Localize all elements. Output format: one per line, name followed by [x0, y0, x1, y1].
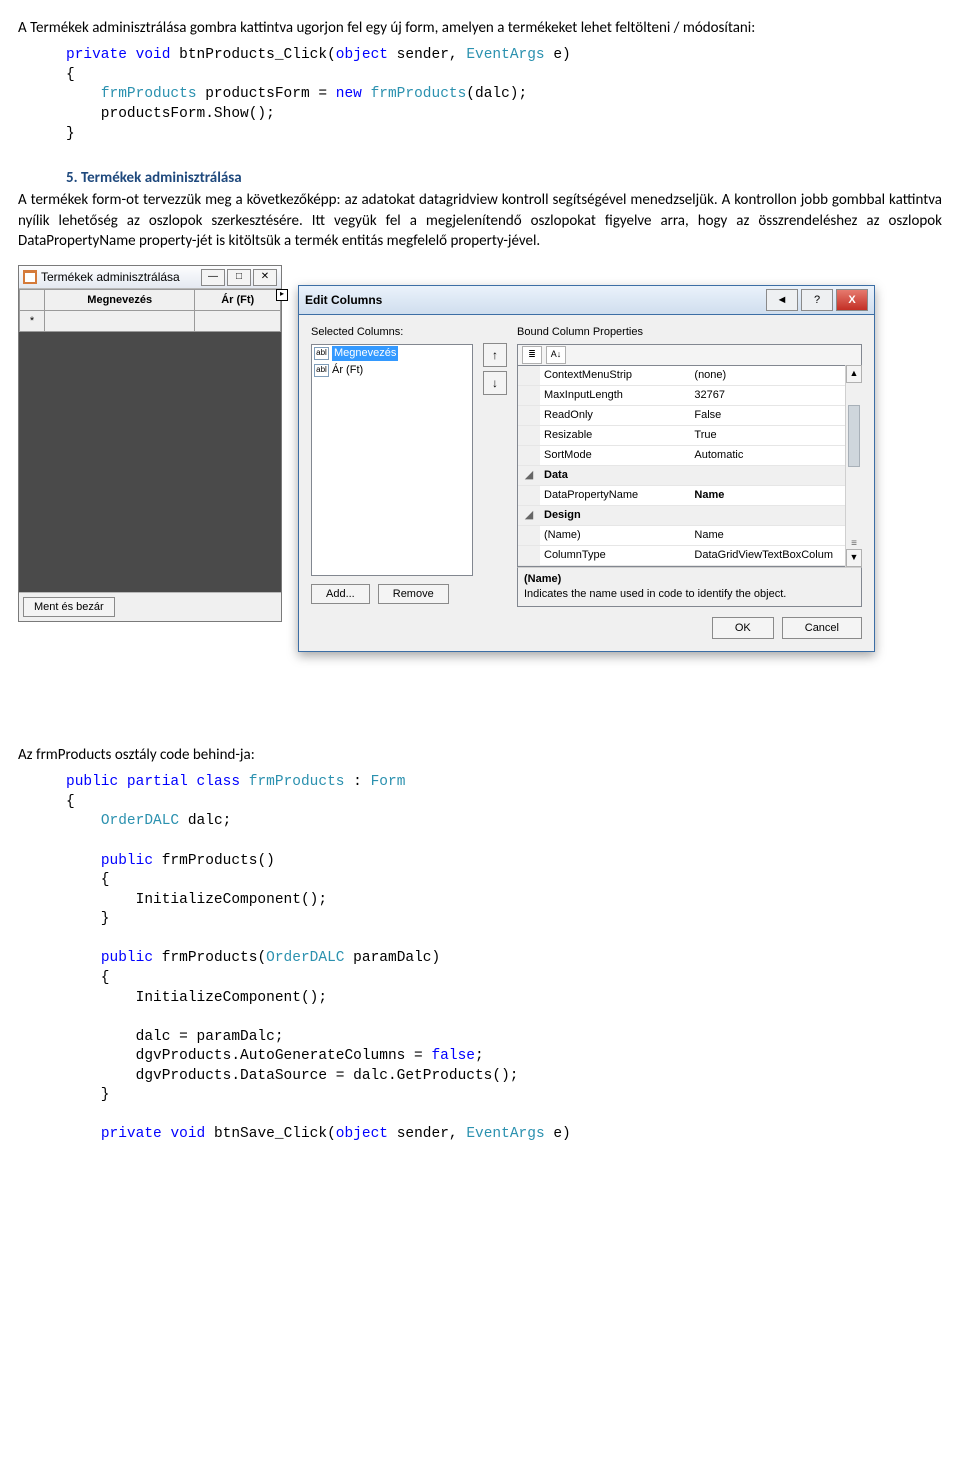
- edit-columns-title: Edit Columns: [305, 292, 763, 308]
- edit-columns-dialog: Edit Columns ◄ ? X Selected Columns: abl…: [298, 285, 875, 652]
- remove-column-button[interactable]: Remove: [378, 584, 449, 604]
- kw: private: [101, 1126, 162, 1142]
- dialog-help-button[interactable]: ?: [801, 289, 833, 311]
- dialog-back-button[interactable]: ◄: [766, 289, 798, 311]
- scroll-down-button[interactable]: ▼: [846, 549, 862, 567]
- intro-paragraph: A Termékek adminisztrálása gombra kattin…: [18, 18, 942, 38]
- grid-col-ar[interactable]: Ár (Ft): [195, 290, 281, 311]
- kw: new: [336, 86, 362, 102]
- help-property-name: (Name): [524, 572, 855, 587]
- grid-cell[interactable]: [195, 311, 281, 332]
- propertygrid-scrollbar[interactable]: ▲ ≡ ▼: [845, 365, 862, 567]
- move-down-button[interactable]: ↓: [483, 371, 507, 395]
- type: OrderDALC: [266, 950, 344, 966]
- prop-row[interactable]: ResizableTrue: [518, 425, 845, 445]
- code-block-1: private void btnProducts_Click(object se…: [66, 46, 942, 144]
- prop-category-row[interactable]: ◢Design: [518, 505, 845, 525]
- kw: void: [170, 1126, 205, 1142]
- textbox-column-icon: abl: [314, 347, 329, 360]
- type: frmProducts: [249, 774, 345, 790]
- prop-row[interactable]: (Name)Name: [518, 525, 845, 545]
- kw: public: [101, 950, 153, 966]
- maximize-button[interactable]: □: [227, 269, 251, 286]
- code-block-2: public partial class frmProducts : Form …: [66, 773, 942, 1145]
- close-button[interactable]: ✕: [253, 269, 277, 286]
- kw: public: [66, 774, 118, 790]
- selected-column-item-ar[interactable]: abl Ár (Ft): [312, 362, 472, 379]
- kw: void: [136, 47, 171, 63]
- type: frmProducts: [371, 86, 467, 102]
- move-up-button[interactable]: ↑: [483, 343, 507, 367]
- kw: class: [197, 774, 241, 790]
- type: EventArgs: [466, 1126, 544, 1142]
- kw: object: [336, 1126, 388, 1142]
- selected-column-label: Megnevezés: [332, 346, 398, 361]
- reorder-buttons: ↑ ↓: [483, 343, 507, 607]
- prop-row[interactable]: ReadOnlyFalse: [518, 405, 845, 425]
- frm-products-footer: Ment és bezár: [19, 592, 281, 621]
- grid-cell[interactable]: [45, 311, 195, 332]
- selected-columns-section: Selected Columns: abl Megnevezés abl Ár …: [311, 325, 473, 607]
- kw: object: [336, 47, 388, 63]
- bound-properties-label: Bound Column Properties: [517, 325, 862, 340]
- alphabetical-view-button[interactable]: A↓: [546, 346, 566, 364]
- kw: false: [431, 1048, 475, 1064]
- code-behind-intro: Az frmProducts osztály code behind-ja:: [18, 745, 942, 765]
- collapse-icon[interactable]: ◢: [518, 465, 540, 485]
- type: Form: [371, 774, 406, 790]
- grid-col-megnevezes[interactable]: Megnevezés: [45, 290, 195, 311]
- help-property-desc: Indicates the name used in code to ident…: [524, 587, 855, 602]
- minimize-button[interactable]: —: [201, 269, 225, 286]
- property-grid[interactable]: ContextMenuStrip(none) MaxInputLength327…: [517, 365, 862, 567]
- kw: private: [66, 47, 127, 63]
- datagridview[interactable]: Megnevezés Ár (Ft) *: [19, 289, 281, 592]
- edit-columns-titlebar[interactable]: Edit Columns ◄ ? X: [299, 286, 874, 315]
- grid-row-header[interactable]: *: [20, 311, 45, 332]
- frm-products-titlebar[interactable]: Termékek adminisztrálása — □ ✕: [19, 266, 281, 289]
- screenshot-composite: Termékek adminisztrálása — □ ✕ ▸ Megneve…: [18, 265, 942, 705]
- grid-new-row[interactable]: *: [20, 311, 281, 332]
- frm-products-window: Termékek adminisztrálása — □ ✕ ▸ Megneve…: [18, 265, 282, 622]
- prop-category-row[interactable]: ◢Data: [518, 465, 845, 485]
- dialog-close-button[interactable]: X: [836, 289, 868, 311]
- collapse-icon[interactable]: ◢: [518, 505, 540, 525]
- frm-products-title: Termékek adminisztrálása: [41, 269, 199, 285]
- type: frmProducts: [101, 86, 197, 102]
- grid-header-row: Megnevezés Ár (Ft): [20, 290, 281, 311]
- selected-columns-list[interactable]: abl Megnevezés abl Ár (Ft): [311, 344, 473, 576]
- propertygrid-help: (Name) Indicates the name used in code t…: [517, 567, 862, 607]
- edit-columns-footer: OK Cancel: [311, 607, 862, 639]
- prop-row[interactable]: DataPropertyNameName: [518, 485, 845, 505]
- selected-columns-label: Selected Columns:: [311, 325, 473, 340]
- scroll-up-button[interactable]: ▲: [846, 365, 862, 383]
- cancel-button[interactable]: Cancel: [782, 617, 862, 639]
- grid-corner[interactable]: [20, 290, 45, 311]
- selected-column-label: Ár (Ft): [332, 363, 363, 378]
- textbox-column-icon: abl: [314, 364, 329, 377]
- type: EventArgs: [466, 47, 544, 63]
- categorized-view-button[interactable]: ≣: [522, 346, 542, 364]
- prop-row[interactable]: SortModeAutomatic: [518, 445, 845, 465]
- prop-row[interactable]: ContextMenuStrip(none): [518, 366, 845, 386]
- propertygrid-toolbar: ≣ A↓: [517, 344, 862, 365]
- form-icon: [23, 270, 37, 284]
- prop-row[interactable]: ColumnTypeDataGridViewTextBoxColum: [518, 545, 845, 565]
- section5-paragraph: A termékek form-ot tervezzük meg a követ…: [18, 190, 942, 251]
- ok-button[interactable]: OK: [712, 617, 774, 639]
- designer-pin-icon[interactable]: ▸: [276, 289, 288, 301]
- prop-row[interactable]: MaxInputLength32767: [518, 385, 845, 405]
- section5-heading: 5. Termékek adminisztrálása: [18, 154, 942, 190]
- grid-empty-area[interactable]: [19, 332, 281, 592]
- type: OrderDALC: [101, 813, 179, 829]
- kw: public: [101, 853, 153, 869]
- save-close-button[interactable]: Ment és bezár: [23, 597, 115, 617]
- scroll-thumb[interactable]: [848, 405, 860, 467]
- bound-properties-section: Bound Column Properties ≣ A↓ ContextMenu…: [517, 325, 862, 607]
- add-column-button[interactable]: Add...: [311, 584, 370, 604]
- kw: partial: [127, 774, 188, 790]
- selected-column-item-megnevezes[interactable]: abl Megnevezés: [312, 345, 472, 362]
